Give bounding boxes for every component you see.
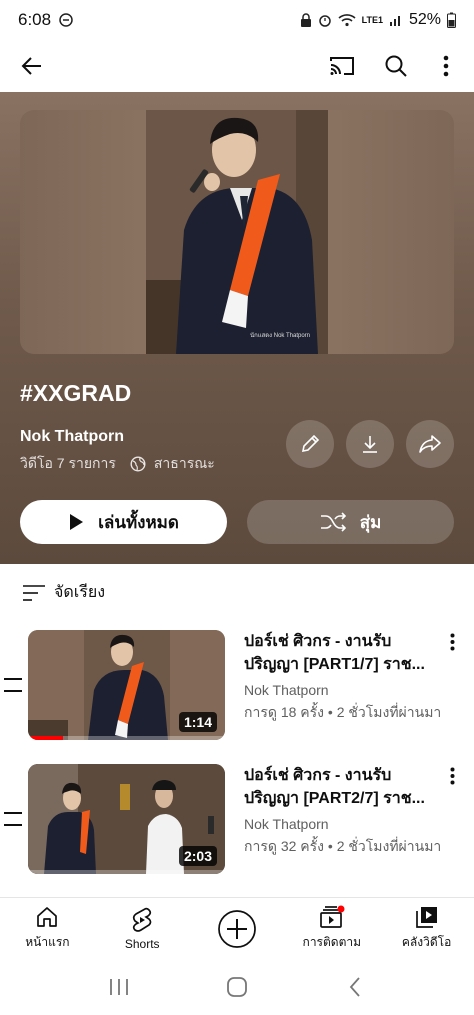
back-arrow-icon[interactable] — [12, 46, 52, 86]
playlist-meta: วิดีโอ 7 รายการ สาธารณะ — [20, 453, 215, 475]
sort-label: จัดเรียง — [54, 584, 106, 601]
nav-create-button[interactable] — [190, 898, 285, 959]
playlist-video-item[interactable]: 2:03 ปอร์เช่ ศิวกร - งานรับปริญญา [PART2… — [0, 764, 474, 876]
photo-caption: นักแสดง Nok Thatporn — [250, 333, 310, 339]
watch-progress-bar — [28, 736, 64, 740]
video-duration: 1:14 — [178, 712, 217, 732]
download-button[interactable] — [346, 420, 394, 468]
do-not-disturb-icon — [59, 13, 73, 27]
nav-library[interactable]: คลังวิดีโอ — [379, 898, 474, 959]
battery-percent: 52% — [408, 11, 441, 28]
nav-home[interactable]: หน้าแรก — [0, 898, 95, 959]
play-icon — [70, 514, 84, 530]
shuffle-icon — [320, 512, 346, 532]
playlist-video-item[interactable]: 1:14 ปอร์เช่ ศิวกร - งานรับปริญญา [PART1… — [0, 630, 474, 742]
drag-handle-icon[interactable] — [4, 812, 22, 826]
edit-button[interactable] — [286, 420, 334, 468]
playlist-header: นักแสดง Nok Thatporn #XXGRAD Nok Thatpor… — [0, 92, 474, 564]
bottom-navigation: หน้าแรก Shorts การติดตาม คลังวิดีโอ — [0, 897, 474, 959]
nav-home-label: หน้าแรก — [25, 935, 70, 949]
network-label: LTE1 — [361, 15, 383, 25]
video-thumbnail[interactable]: 1:14 — [28, 630, 225, 740]
video-more-icon[interactable] — [440, 630, 464, 654]
subscriptions-icon — [319, 905, 345, 928]
playlist-thumbnail[interactable]: นักแสดง Nok Thatporn — [20, 110, 454, 354]
notification-dot — [337, 905, 345, 913]
wifi-icon — [338, 13, 356, 27]
graduate-photo: นักแสดง Nok Thatporn — [146, 110, 328, 354]
alarm-icon — [318, 13, 332, 27]
system-navigation — [0, 959, 474, 1015]
nav-subscriptions-label: การติดตาม — [302, 935, 362, 949]
shuffle-button[interactable]: สุ่ม — [247, 500, 454, 544]
play-all-label: เล่นทั้งหมด — [98, 512, 179, 532]
nav-shorts[interactable]: Shorts — [95, 898, 190, 959]
status-time: 6:08 — [18, 10, 52, 29]
video-count: วิดีโอ 7 รายการ — [20, 455, 116, 471]
create-plus-icon — [218, 909, 256, 948]
cast-icon[interactable] — [322, 46, 362, 86]
signal-icon — [389, 13, 403, 27]
playlist-owner[interactable]: Nok Thatporn — [20, 428, 124, 446]
library-icon — [415, 907, 437, 928]
recent-apps-icon[interactable] — [99, 967, 139, 1007]
video-title[interactable]: ปอร์เช่ ศิวกร - งานรับปริญญา [PART1/7] ร… — [244, 630, 440, 676]
video-channel: Nok Thatporn — [244, 816, 329, 832]
video-channel: Nok Thatporn — [244, 682, 329, 698]
sort-button[interactable]: จัดเรียง — [22, 580, 105, 605]
video-more-icon[interactable] — [440, 764, 464, 788]
search-icon[interactable] — [376, 46, 416, 86]
drag-handle-icon[interactable] — [4, 678, 22, 692]
video-stats: การดู 32 ครั้ง • 2 ชั่วโมงที่ผ่านมา — [244, 838, 440, 854]
share-button[interactable] — [406, 420, 454, 468]
home-button-icon[interactable] — [217, 967, 257, 1007]
globe-icon — [130, 456, 146, 472]
shuffle-label: สุ่ม — [359, 512, 382, 532]
lock-icon — [300, 13, 312, 27]
battery-icon — [447, 12, 456, 28]
nav-shorts-label: Shorts — [124, 936, 160, 951]
shorts-icon — [133, 907, 152, 932]
status-bar: 6:08 LTE1 52% — [0, 0, 474, 40]
video-title[interactable]: ปอร์เช่ ศิวกร - งานรับปริญญา [PART2/7] ร… — [244, 764, 440, 810]
play-all-button[interactable]: เล่นทั้งหมด — [20, 500, 227, 544]
video-duration: 2:03 — [178, 846, 217, 866]
playlist-actions — [286, 420, 454, 468]
video-thumbnail[interactable]: 2:03 — [28, 764, 225, 874]
video-stats: การดู 18 ครั้ง • 2 ชั่วโมงที่ผ่านมา — [244, 704, 440, 720]
share-icon — [419, 435, 441, 453]
visibility-label: สาธารณะ — [153, 455, 215, 471]
more-vert-icon[interactable] — [426, 46, 466, 86]
home-icon — [37, 907, 58, 927]
system-back-icon[interactable] — [335, 967, 375, 1007]
nav-subscriptions[interactable]: การติดตาม — [284, 898, 379, 959]
download-icon — [363, 436, 377, 453]
sort-icon — [23, 584, 45, 601]
nav-library-label: คลังวิดีโอ — [401, 935, 452, 949]
pencil-icon — [301, 434, 320, 453]
playlist-title: #XXGRAD — [20, 380, 132, 406]
app-bar — [0, 40, 474, 92]
